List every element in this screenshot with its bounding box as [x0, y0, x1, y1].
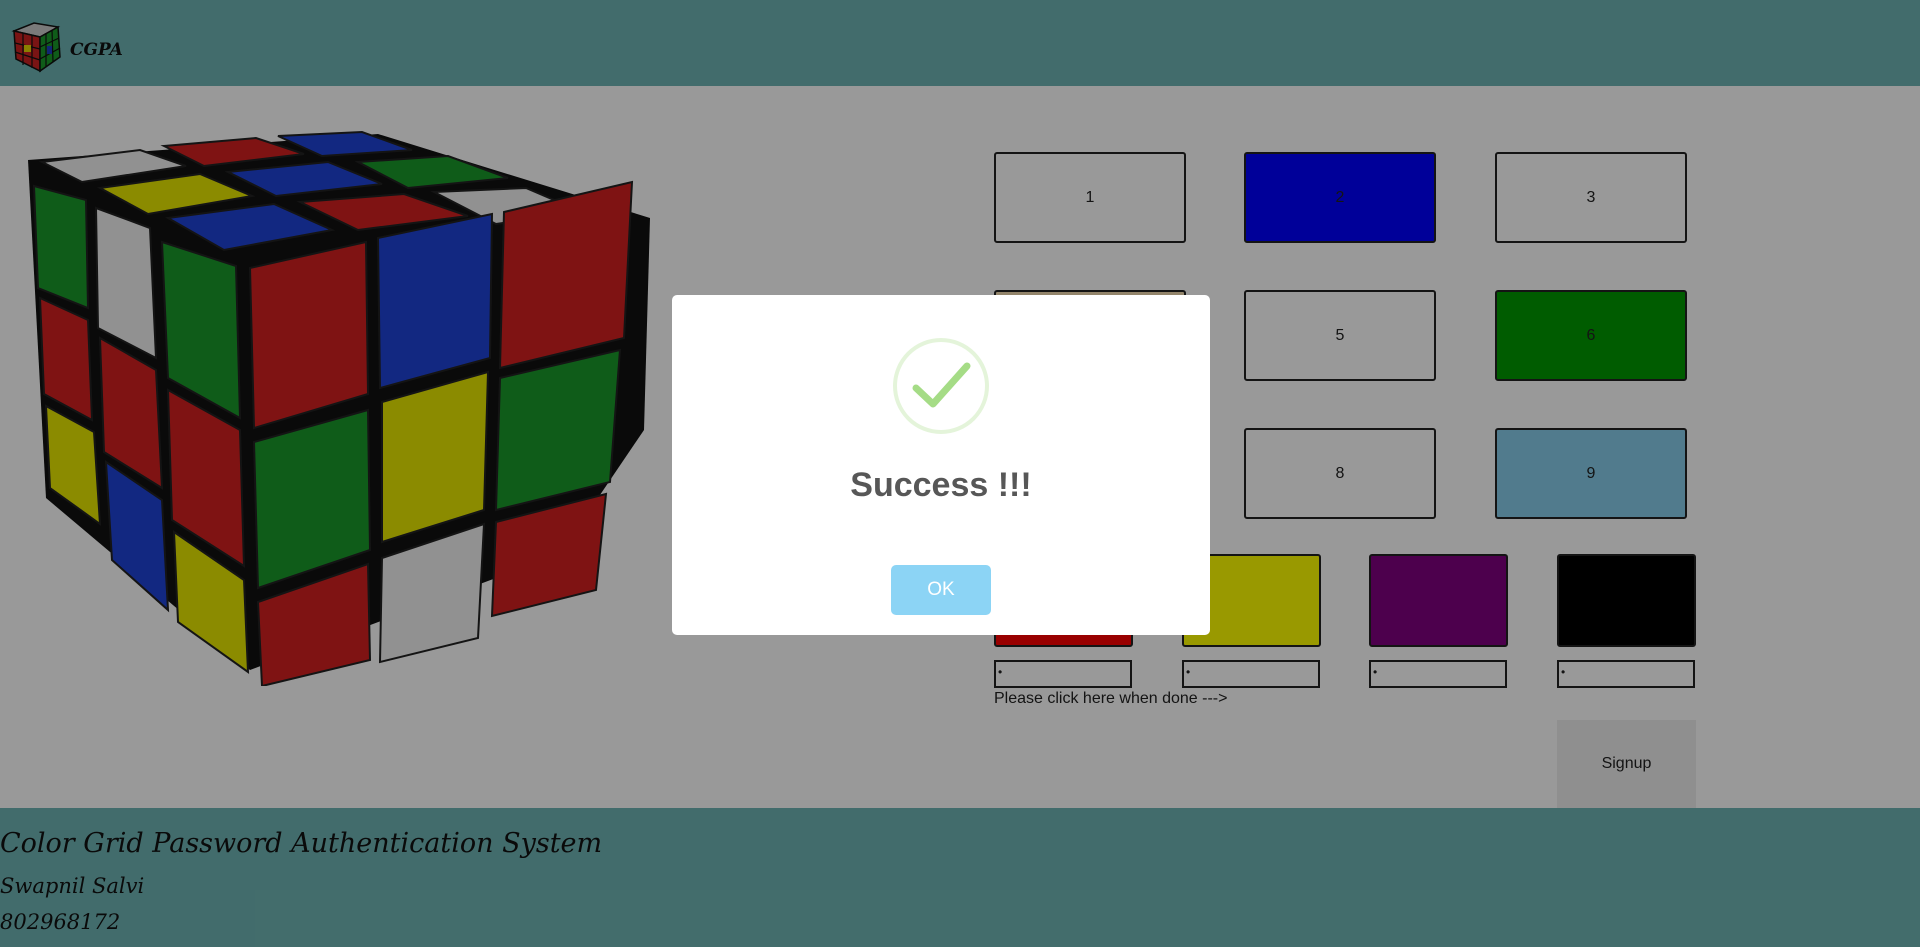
- success-check-icon: [893, 338, 989, 434]
- ok-button[interactable]: OK: [891, 565, 991, 615]
- success-dialog: Success !!! OK: [672, 295, 1210, 635]
- dialog-title: Success !!!: [850, 466, 1032, 504]
